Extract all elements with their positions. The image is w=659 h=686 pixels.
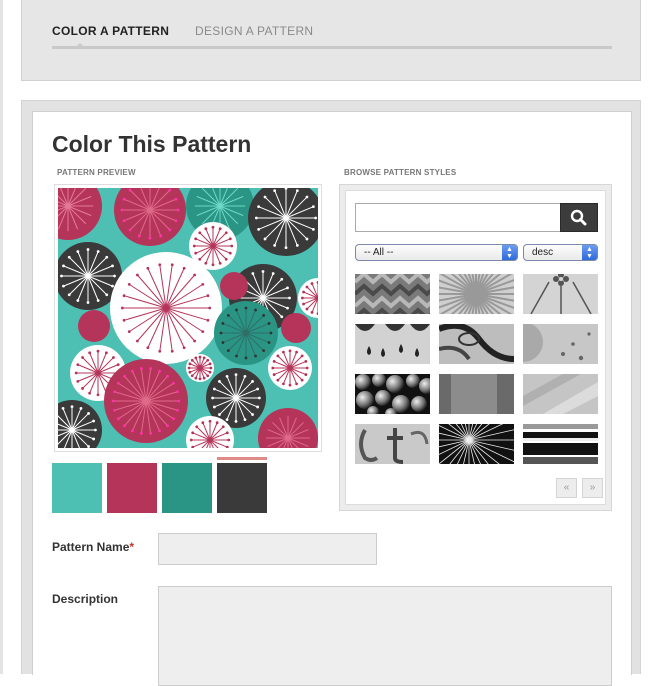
- browse-pattern-inner: -- All -- ▲ ▼ desc ▲ ▼ « »: [345, 190, 606, 505]
- page-title: Color This Pattern: [52, 131, 252, 157]
- active-tab-caret-icon: [76, 43, 84, 47]
- pattern-thumb-stripes[interactable]: [523, 374, 598, 414]
- pattern-thumb-bubbles[interactable]: [355, 374, 430, 414]
- sunburst-pattern-icon: [439, 274, 514, 314]
- pattern-preview: [54, 184, 322, 452]
- browse-pattern-styles-label: BROWSE PATTERN STYLES: [344, 168, 457, 177]
- browse-pattern-box: -- All -- ▲ ▼ desc ▲ ▼ « »: [339, 184, 612, 511]
- letters-pattern-icon: [355, 424, 430, 464]
- blocks-pattern-icon: [439, 374, 514, 414]
- pattern-thumb-starburst[interactable]: [439, 424, 514, 464]
- selected-swatch-indicator: [217, 457, 267, 460]
- select-arrows-icon: ▲ ▼: [582, 245, 597, 260]
- description-label: Description: [52, 592, 119, 606]
- tab-bar: COLOR A PATTERN DESIGN A PATTERN: [21, 0, 641, 81]
- category-select[interactable]: -- All -- ▲ ▼: [355, 244, 518, 261]
- pattern-name-label-text: Pattern Name: [52, 540, 130, 554]
- editor-panel: Color This Pattern PATTERN PREVIEW BROWS…: [32, 111, 632, 686]
- required-mark: *: [129, 540, 135, 554]
- pattern-thumb-dots[interactable]: [523, 324, 598, 364]
- pattern-thumb-letters[interactable]: [355, 424, 430, 464]
- zigzag-pattern-icon: [355, 274, 430, 314]
- pattern-thumb-bands[interactable]: [523, 424, 598, 464]
- color-swatch-4[interactable]: [217, 463, 267, 513]
- stripes-pattern-icon: [523, 374, 598, 414]
- pattern-thumb-swirl[interactable]: [439, 324, 514, 364]
- flower-pattern-icon: [523, 274, 598, 314]
- tab-color-a-pattern[interactable]: COLOR A PATTERN: [52, 24, 169, 38]
- pattern-name-label: Pattern Name*: [52, 540, 134, 554]
- select-arrows-icon: ▲ ▼: [502, 245, 517, 260]
- pattern-name-input[interactable]: [158, 533, 377, 565]
- drops-pattern-icon: [355, 324, 430, 364]
- pager-next-button[interactable]: »: [582, 478, 603, 498]
- pattern-preview-label: PATTERN PREVIEW: [57, 168, 136, 177]
- left-border: [0, 0, 3, 674]
- bubbles-pattern-icon: [355, 374, 430, 414]
- pattern-thumb-blocks[interactable]: [439, 374, 514, 414]
- color-swatch-2[interactable]: [107, 463, 157, 513]
- pattern-search-input[interactable]: [355, 203, 560, 232]
- swirl-pattern-icon: [439, 324, 514, 364]
- tab-design-a-pattern[interactable]: DESIGN A PATTERN: [195, 24, 313, 38]
- color-swatch-3[interactable]: [162, 463, 212, 513]
- pager-prev-button[interactable]: «: [556, 478, 577, 498]
- pattern-preview-image: [58, 188, 318, 448]
- dots-pattern-icon: [523, 324, 598, 364]
- sort-select[interactable]: desc ▲ ▼: [523, 244, 598, 261]
- search-icon: [570, 209, 587, 226]
- search-button[interactable]: [560, 203, 598, 232]
- pattern-thumb-sunburst[interactable]: [439, 274, 514, 314]
- pattern-thumb-flower[interactable]: [523, 274, 598, 314]
- sort-select-value: desc: [532, 247, 554, 258]
- starburst-pattern-icon: [439, 424, 514, 464]
- pattern-thumb-zigzag[interactable]: [355, 274, 430, 314]
- editor-panel-frame: Color This Pattern PATTERN PREVIEW BROWS…: [21, 100, 641, 686]
- bands-pattern-icon: [523, 424, 598, 464]
- tab-list: COLOR A PATTERN DESIGN A PATTERN: [52, 22, 612, 49]
- description-textarea[interactable]: [158, 586, 612, 686]
- color-swatch-1[interactable]: [52, 463, 102, 513]
- pattern-thumb-drops[interactable]: [355, 324, 430, 364]
- category-select-value: -- All --: [364, 247, 394, 258]
